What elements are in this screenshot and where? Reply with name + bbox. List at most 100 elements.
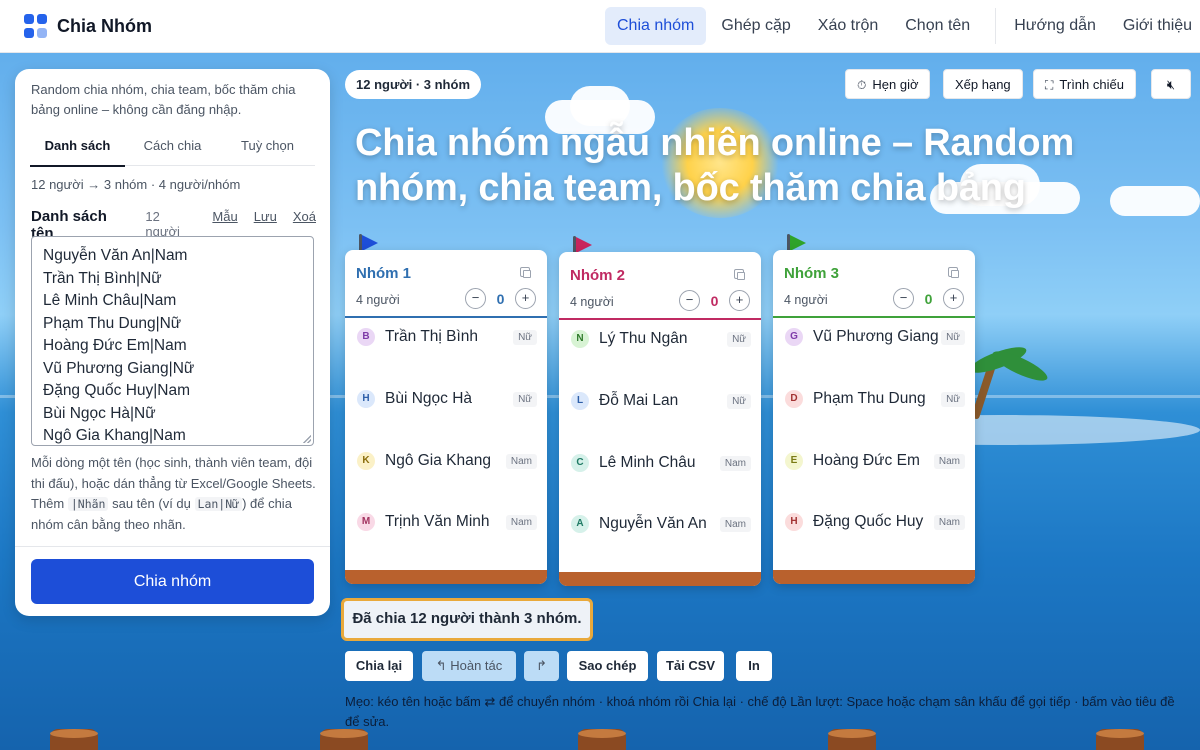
name-line: Phạm Thu Dung|Nữ — [43, 314, 182, 332]
tab-danh-sach[interactable]: Danh sách — [30, 132, 125, 167]
copy-icon[interactable] — [520, 267, 531, 278]
copy-icon[interactable] — [948, 267, 959, 278]
settings-panel: Random chia nhóm, chia team, bốc thăm ch… — [15, 69, 330, 616]
print-button[interactable]: In — [736, 651, 772, 681]
cloud-decoration — [570, 86, 630, 126]
score-value: 0 — [924, 290, 933, 307]
group-divider — [773, 316, 975, 318]
result-message: Đã chia 12 người thành 3 nhóm. — [341, 598, 593, 641]
timer-button[interactable]: ⏱ Hẹn giờ — [845, 69, 931, 99]
score-plus-button[interactable]: + — [943, 288, 964, 309]
save-link[interactable]: Lưu — [254, 209, 277, 224]
member-tag: Nữ — [727, 331, 751, 347]
group-card[interactable]: Nhóm 1 4 người −0 + B Trần Thị Bình Nữ H Bùi Ngọ… — [345, 250, 547, 584]
avatar: B — [357, 328, 375, 346]
names-textarea[interactable]: Nguyễn Văn An|Nam Trần Thị Bình|Nữ Lê Minh… — [31, 236, 314, 446]
page-title[interactable]: Chia nhóm ngẫu nhiên online – Random nhó… — [355, 121, 1195, 211]
member-name: Trần Thị Bình — [385, 328, 479, 345]
clear-link[interactable]: Xoá — [293, 209, 316, 224]
wooden-post-decoration — [828, 729, 876, 750]
group-name[interactable]: Nhóm 3 — [784, 265, 839, 282]
member-tag: Nam — [933, 514, 965, 530]
main-nav: Chia nhóm Ghép cặp Xáo trộn Chọn tên Hướ… — [605, 7, 1200, 45]
score-minus-button[interactable]: − — [679, 290, 700, 311]
mute-button[interactable]: 🔇︎ — [1151, 69, 1191, 99]
member-item[interactable]: D Phạm Thu Dung Nữ — [785, 388, 965, 410]
wooden-post-decoration — [1096, 729, 1144, 750]
score-value: 0 — [496, 290, 505, 307]
member-name: Lý Thu Ngân — [599, 330, 688, 347]
member-tag: Nam — [505, 514, 537, 530]
download-csv-button[interactable]: Tải CSV — [657, 651, 724, 681]
nav-item-xao-tron[interactable]: Xáo trộn — [806, 7, 890, 45]
avatar: D — [785, 390, 803, 408]
redo-button[interactable]: ↱ — [524, 651, 559, 681]
undo-button[interactable]: ↰ Hoàn tác — [422, 651, 516, 681]
member-name: Vũ Phương Giang — [813, 328, 939, 345]
avatar: H — [785, 513, 803, 531]
resize-handle[interactable] — [303, 435, 311, 443]
present-button[interactable]: ⛶ Trình chiếu — [1033, 69, 1136, 99]
score-plus-button[interactable]: + — [515, 288, 536, 309]
member-item[interactable]: M Trịnh Văn Minh Nam — [357, 511, 537, 533]
member-item[interactable]: E Hoàng Đức Em Nam — [785, 450, 965, 472]
member-name: Phạm Thu Dung — [813, 390, 926, 407]
ranking-button[interactable]: Xếp hạng — [943, 69, 1023, 99]
member-item[interactable]: A Nguyễn Văn An Nam — [571, 513, 751, 535]
member-item[interactable]: G Vũ Phương Giang Nữ — [785, 326, 965, 348]
member-item[interactable]: C Lê Minh Châu Nam — [571, 452, 751, 474]
mute-icon: 🔇︎ — [1166, 77, 1176, 92]
name-line: Trần Thị Bình|Nữ — [43, 269, 162, 287]
avatar: H — [357, 390, 375, 408]
name-list-count: 12 người — [145, 209, 180, 239]
score-minus-button[interactable]: − — [893, 288, 914, 309]
member-item[interactable]: N Lý Thu Ngân Nữ — [571, 328, 751, 350]
group-card[interactable]: Nhóm 34 người −0 + G Vũ Phương Giang Nữ D Phạm … — [773, 250, 975, 584]
member-name: Hoàng Đức Em — [813, 452, 920, 469]
copy-button[interactable]: Sao chép — [567, 651, 648, 681]
member-tag: Nữ — [513, 329, 537, 345]
avatar: L — [571, 392, 589, 410]
nav-item-huong-dan[interactable]: Hướng dẫn — [1002, 7, 1108, 45]
nav-item-chia-nhom[interactable]: Chia nhóm — [605, 7, 707, 45]
help-code-example: Lan|Nữ — [194, 497, 243, 511]
group-name[interactable]: Nhóm 2 — [570, 267, 625, 284]
score-plus-button[interactable]: + — [729, 290, 750, 311]
member-name: Nguyễn Văn An — [599, 515, 707, 532]
nav-item-chon-ten[interactable]: Chọn tên — [893, 7, 982, 45]
stage-floor — [559, 572, 761, 586]
member-item[interactable]: B Trần Thị Bình Nữ — [357, 326, 537, 348]
score-minus-button[interactable]: − — [465, 288, 486, 309]
member-item[interactable]: K Ngô Gia Khang Nam — [357, 450, 537, 472]
avatar: N — [571, 330, 589, 348]
panel-intro: Random chia nhóm, chia team, bốc thăm ch… — [31, 82, 296, 117]
panel-tabs: Danh sách Cách chia Tuỳ chọn — [30, 132, 315, 167]
member-name: Trịnh Văn Minh — [385, 513, 490, 530]
member-tag: Nam — [719, 516, 751, 532]
copy-icon[interactable] — [734, 269, 745, 280]
reshuffle-button[interactable]: Chia lại — [345, 651, 413, 681]
avatar: C — [571, 454, 589, 472]
tab-tuy-chon[interactable]: Tuỳ chọn — [220, 132, 315, 165]
score-stepper: −0 + — [893, 288, 964, 309]
tab-cach-chia[interactable]: Cách chia — [125, 132, 220, 165]
member-item[interactable]: L Đỗ Mai Lan Nữ — [571, 390, 751, 412]
split-groups-button[interactable]: Chia nhóm — [31, 559, 314, 604]
group-name[interactable]: Nhóm 1 — [356, 265, 411, 282]
brand[interactable]: Chia Nhóm — [24, 14, 152, 38]
member-name: Đỗ Mai Lan — [599, 392, 679, 409]
top-nav-bar: Chia Nhóm Chia nhóm Ghép cặp Xáo trộn Ch… — [0, 0, 1200, 53]
group-card[interactable]: Nhóm 2 4 người −0 + N Lý Thu Ngân Nữ L Đỗ Mai La… — [559, 252, 761, 586]
nav-divider — [995, 8, 997, 44]
member-tag: Nữ — [513, 391, 537, 407]
clock-icon: ⏱ — [857, 78, 867, 92]
nav-item-gioi-thieu[interactable]: Giới thiệu — [1111, 7, 1200, 45]
wooden-post-decoration — [50, 729, 98, 750]
avatar: A — [571, 515, 589, 533]
nav-item-ghep-cap[interactable]: Ghép cặp — [709, 7, 802, 45]
member-item[interactable]: H Bùi Ngọc Hà Nữ — [357, 388, 537, 410]
member-item[interactable]: H Đặng Quốc Huy Nam — [785, 511, 965, 533]
sample-link[interactable]: Mẫu — [212, 209, 237, 224]
name-line: Ngô Gia Khang|Nam — [43, 427, 186, 444]
score-stepper: −0 + — [465, 288, 536, 309]
